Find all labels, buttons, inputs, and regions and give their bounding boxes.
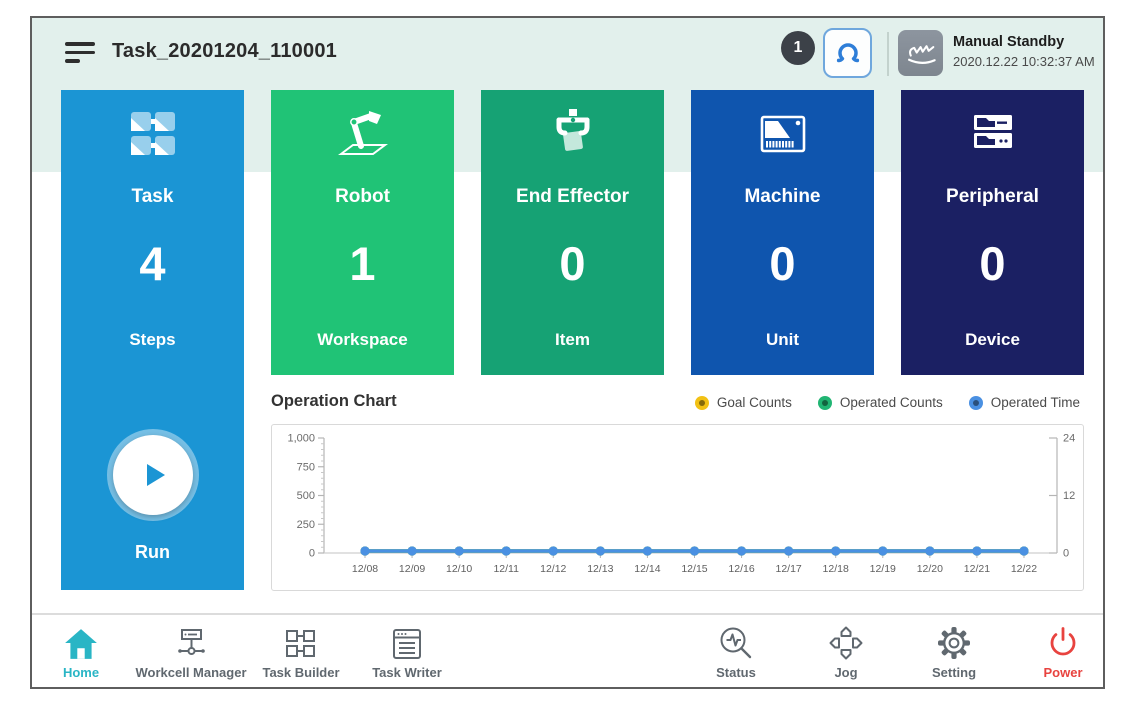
nav-item-task-writer[interactable]: Task Writer	[342, 623, 472, 680]
svg-text:12/11: 12/11	[493, 563, 519, 575]
legend-dot	[695, 396, 709, 410]
run-button[interactable]	[107, 429, 199, 521]
task-blocks-icon	[126, 108, 180, 160]
gripper-icon	[832, 36, 864, 70]
legend-item-goal-counts: Goal Counts	[695, 395, 792, 410]
legend-item-operated-counts: Operated Counts	[818, 395, 943, 410]
card-machine[interactable]: Machine 0 Unit	[691, 90, 874, 375]
jog-icon	[827, 625, 865, 661]
svg-text:12/21: 12/21	[964, 563, 990, 575]
robot-teach-pendant-screen: Task_20201204_110001 1 Manual Standby 20…	[0, 0, 1134, 708]
header-divider	[887, 32, 889, 76]
hand-icon	[904, 37, 938, 69]
page-title: Task_20201204_110001	[112, 40, 337, 63]
svg-text:500: 500	[297, 490, 315, 502]
svg-text:12/18: 12/18	[823, 563, 849, 575]
peripheral-rack-icon	[965, 108, 1021, 160]
end-effector-tool-button[interactable]	[823, 28, 872, 78]
header-timestamp: 2020.12.22 10:32:37 AM	[953, 54, 1095, 69]
svg-text:12/12: 12/12	[540, 563, 566, 575]
card-value: 1	[271, 236, 454, 291]
svg-text:12/20: 12/20	[917, 563, 943, 575]
power-icon	[1045, 625, 1081, 661]
legend-item-operated-time: Operated Time	[969, 395, 1080, 410]
nav-label: Power	[998, 665, 1128, 680]
svg-text:750: 750	[297, 461, 315, 473]
card-value: 0	[691, 236, 874, 291]
card-name: Robot	[271, 186, 454, 208]
menu-icon	[65, 42, 95, 46]
card-peripheral[interactable]: Peripheral 0 Device	[901, 90, 1084, 375]
manual-mode-button[interactable]	[898, 30, 943, 76]
workcell-manager-icon	[173, 627, 209, 661]
svg-text:12/08: 12/08	[352, 563, 378, 575]
notification-badge: 1	[781, 31, 815, 65]
svg-text:0: 0	[1063, 548, 1069, 560]
robot-arm-icon	[335, 108, 391, 160]
svg-text:12/09: 12/09	[399, 563, 425, 575]
legend-dot	[969, 396, 983, 410]
card-unit: Unit	[691, 330, 874, 350]
machine-icon	[755, 108, 811, 160]
card-value: 0	[481, 236, 664, 291]
card-value: 4	[61, 236, 244, 291]
nav-item-power[interactable]: Power	[998, 623, 1128, 680]
run-button-label: Run	[61, 542, 244, 563]
setting-icon	[936, 625, 972, 661]
home-icon	[63, 627, 99, 661]
bottom-navigation: Home Workcell Manager Task Builder Task …	[32, 613, 1103, 687]
svg-text:12: 12	[1063, 490, 1075, 502]
svg-text:12/17: 12/17	[775, 563, 801, 575]
card-task[interactable]: Task 4 Steps Run	[61, 90, 244, 590]
card-unit: Item	[481, 330, 664, 350]
gripper-tool-icon	[546, 107, 600, 161]
task-writer-icon	[389, 627, 425, 661]
card-name: Task	[61, 186, 244, 208]
operation-chart: 0 250 500 750 1,000 0 12 24 12/08 12/09 12/10 12/11…	[271, 424, 1084, 591]
menu-button[interactable]	[65, 42, 97, 68]
robot-mode-label: Manual Standby	[953, 34, 1095, 50]
app-frame: Task_20201204_110001 1 Manual Standby 20…	[30, 16, 1105, 689]
svg-text:250: 250	[297, 519, 315, 531]
chart-legend: Goal Counts Operated Counts Operated Tim…	[695, 395, 1080, 410]
svg-text:12/15: 12/15	[681, 563, 707, 575]
legend-dot	[818, 396, 832, 410]
card-robot[interactable]: Robot 1 Workspace	[271, 90, 454, 375]
legend-label: Operated Counts	[840, 395, 943, 410]
card-name: Machine	[691, 186, 874, 208]
nav-label: Task Writer	[342, 665, 472, 680]
card-value: 0	[901, 236, 1084, 291]
card-unit: Steps	[61, 330, 244, 350]
svg-text:0: 0	[309, 548, 315, 560]
svg-text:1,000: 1,000	[287, 433, 315, 445]
svg-text:12/13: 12/13	[587, 563, 613, 575]
legend-label: Goal Counts	[717, 395, 792, 410]
svg-text:12/19: 12/19	[870, 563, 896, 575]
card-unit: Workspace	[271, 330, 454, 350]
svg-text:12/22: 12/22	[1011, 563, 1037, 575]
status-icon	[718, 625, 754, 661]
svg-text:24: 24	[1063, 433, 1075, 445]
svg-text:12/16: 12/16	[728, 563, 754, 575]
legend-label: Operated Time	[991, 395, 1080, 410]
operation-chart-plot: 0 250 500 750 1,000 0 12 24 12/08 12/09 12/10 12/11…	[272, 425, 1083, 590]
svg-text:12/14: 12/14	[634, 563, 660, 575]
card-end-effector[interactable]: End Effector 0 Item	[481, 90, 664, 375]
chart-title: Operation Chart	[271, 392, 397, 411]
svg-text:12/10: 12/10	[446, 563, 472, 575]
play-icon	[136, 458, 170, 492]
task-builder-icon	[283, 627, 319, 661]
card-unit: Device	[901, 330, 1084, 350]
card-name: End Effector	[481, 186, 664, 208]
card-name: Peripheral	[901, 186, 1084, 208]
